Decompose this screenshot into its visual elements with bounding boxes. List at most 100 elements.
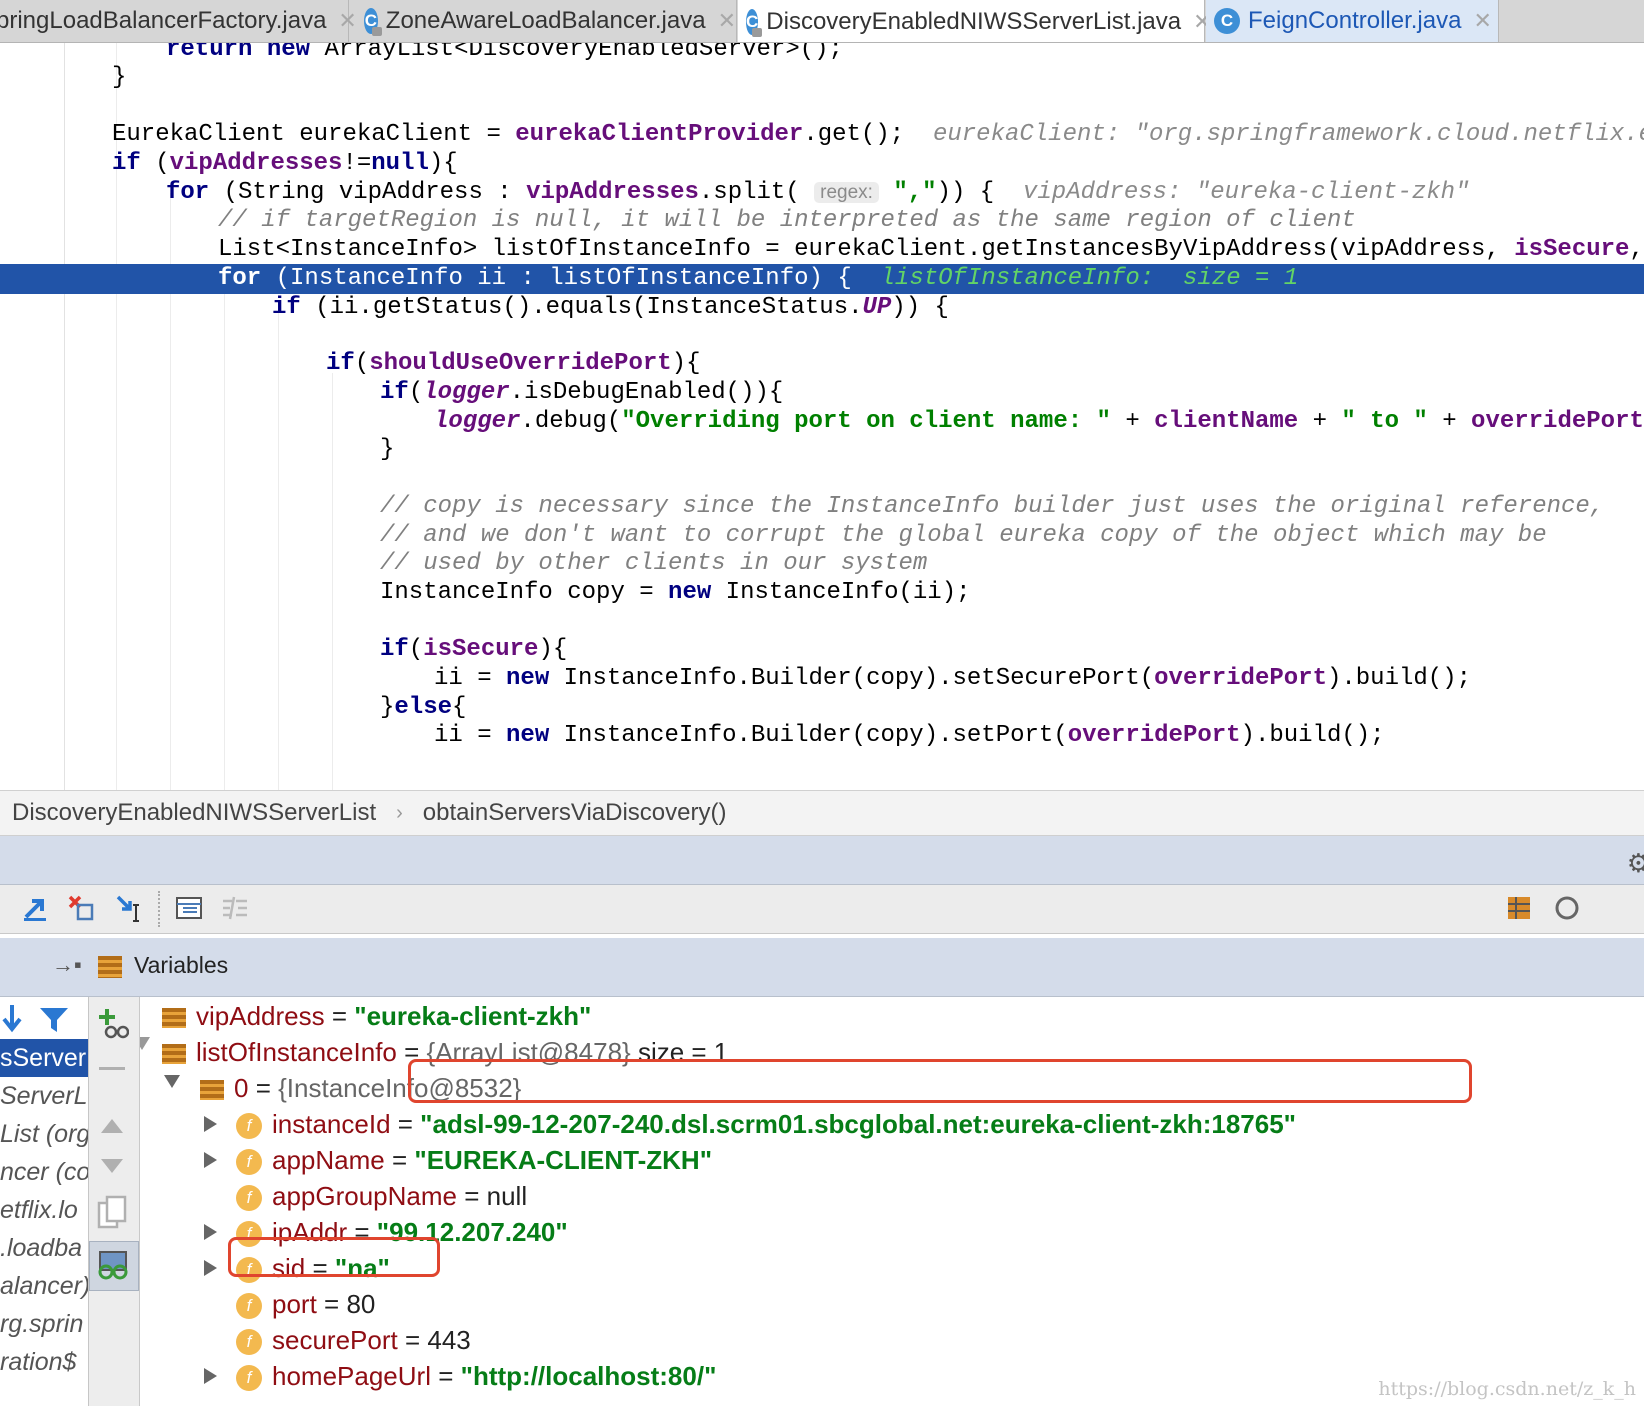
field-icon: f xyxy=(236,1113,262,1140)
frame-item[interactable]: alancer) xyxy=(0,1267,88,1305)
annotation-box-port xyxy=(228,1237,440,1277)
field-icon: f xyxy=(236,1149,262,1176)
parameter-hint: regex: xyxy=(814,182,879,203)
current-execution-line: for (InstanceInfo ii : listOfInstanceInf… xyxy=(0,264,1644,294)
restore-icon[interactable]: →▪ xyxy=(52,952,82,978)
variable-row-homepageurl[interactable]: f homePageUrl = "http://localhost:80/" xyxy=(236,1357,716,1395)
tab-feign-controller[interactable]: C FeignController.java ✕ xyxy=(1206,0,1499,42)
glasses-icon xyxy=(98,1251,128,1280)
toolbar-separator xyxy=(158,891,160,927)
variables-tree[interactable]: vipAddress = "eureka-client-zkh" listOfI… xyxy=(140,997,1644,1406)
annotation-box-instanceid xyxy=(408,1059,1472,1103)
variable-row-secureport[interactable]: f securePort = 443 xyxy=(236,1321,471,1359)
frames-list[interactable]: sServer ServerL List (org ncer (co etfli… xyxy=(0,997,89,1406)
code-line: if(logger.isDebugEnabled()){ xyxy=(380,379,784,406)
move-up-icon[interactable] xyxy=(99,1115,125,1135)
frame-item[interactable]: ration$ xyxy=(0,1343,88,1381)
collapse-arrow-icon[interactable] xyxy=(164,1075,180,1088)
code-line: } xyxy=(380,436,395,463)
debug-value-hint: eurekaClient: "org.springframework.cloud… xyxy=(932,121,1644,148)
expand-arrow-icon[interactable] xyxy=(204,1368,217,1384)
debug-tool-window-header: ⚙ xyxy=(0,836,1644,885)
editor-tab-bar: pringLoadBalancerFactory.java ✕ C ZoneAw… xyxy=(0,0,1644,43)
tab-label: pringLoadBalancerFactory.java xyxy=(0,7,327,34)
new-watch-icon[interactable] xyxy=(97,1007,129,1039)
drop-frame-icon[interactable] xyxy=(66,893,96,923)
run-to-cursor-icon[interactable] xyxy=(114,893,144,923)
remove-watch-icon[interactable] xyxy=(99,1067,125,1070)
toggle-watches-button[interactable] xyxy=(89,1241,139,1291)
tab-label: ZoneAwareLoadBalancer.java xyxy=(385,7,706,34)
evaluate-expression-icon[interactable] xyxy=(174,893,204,923)
frame-item[interactable]: ncer (co xyxy=(0,1153,88,1191)
frame-item[interactable]: ServerL xyxy=(0,1077,88,1115)
move-down-icon[interactable] xyxy=(99,1157,125,1177)
close-icon[interactable]: ✕ xyxy=(338,8,356,34)
field-icon: f xyxy=(236,1185,262,1212)
collapse-arrow-icon[interactable] xyxy=(140,1037,150,1050)
code-line: for (String vipAddress : vipAddresses.sp… xyxy=(166,179,1470,206)
code-line: // and we don't want to corrupt the glob… xyxy=(380,522,1547,549)
expand-arrow-icon[interactable] xyxy=(204,1116,217,1132)
variables-icon xyxy=(98,956,122,978)
frame-item[interactable]: rg.sprin xyxy=(0,1305,88,1343)
expand-arrow-icon[interactable] xyxy=(204,1152,217,1168)
code-line: return new ArrayList<DiscoveryEnabledSer… xyxy=(166,43,843,63)
variable-row-vipaddress[interactable]: vipAddress = "eureka-client-zkh" xyxy=(162,997,591,1035)
lock-icon xyxy=(752,27,763,37)
expand-arrow-icon[interactable] xyxy=(204,1260,217,1276)
tab-discovery-enabled-niws-server-list[interactable]: C DiscoveryEnabledNIWSServerList.java ✕ xyxy=(738,0,1212,42)
code-line: EurekaClient eurekaClient = eurekaClient… xyxy=(0,120,1644,150)
code-line: List<InstanceInfo> listOfInstanceInfo = … xyxy=(218,236,1644,263)
copy-icon[interactable] xyxy=(97,1195,127,1229)
close-icon[interactable]: ✕ xyxy=(1473,8,1491,34)
step-out-icon[interactable] xyxy=(20,893,50,923)
restore-layout-icon[interactable] xyxy=(1504,893,1534,923)
object-icon xyxy=(200,1080,224,1101)
code-line: // used by other clients in our system xyxy=(380,550,928,577)
class-icon: C xyxy=(746,8,763,37)
camera-icon[interactable] xyxy=(1552,893,1582,923)
expand-arrow-icon[interactable] xyxy=(204,1224,217,1240)
frame-item[interactable]: etflix.lo xyxy=(0,1191,88,1229)
field-icon: f xyxy=(236,1329,262,1356)
trace-icon[interactable] xyxy=(220,893,250,923)
variable-row-instanceid[interactable]: f instanceId = "adsl-99-12-207-240.dsl.sc… xyxy=(236,1105,1296,1143)
code-line: }else{ xyxy=(380,694,467,721)
field-icon: f xyxy=(236,1293,262,1320)
tab-label: FeignController.java xyxy=(1248,7,1462,34)
code-line: InstanceInfo copy = new InstanceInfo(ii)… xyxy=(380,579,971,606)
breadcrumb-class[interactable]: DiscoveryEnabledNIWSServerList xyxy=(12,799,376,827)
debug-value-hint: vipAddress: "eureka-client-zkh" xyxy=(1023,179,1470,206)
code-line: // copy is necessary since the InstanceI… xyxy=(380,493,1605,520)
arrow-down-icon[interactable] xyxy=(0,1003,24,1033)
watermark: https://blog.csdn.net/z_k_h xyxy=(1378,1378,1636,1400)
variable-row-appname[interactable]: f appName = "EUREKA-CLIENT-ZKH" xyxy=(236,1141,712,1179)
code-line: logger.debug("Overriding port on client … xyxy=(434,408,1644,435)
local-variable-icon xyxy=(162,1008,186,1029)
frame-item[interactable]: .loadba xyxy=(0,1229,88,1267)
filter-icon[interactable] xyxy=(38,1005,70,1035)
frame-item[interactable]: sServer xyxy=(0,1039,88,1077)
debug-value-hint: listOfInstanceInfo: size = 1 xyxy=(880,265,1299,292)
variable-row-appgroupname[interactable]: f appGroupName = null xyxy=(236,1177,527,1215)
breadcrumb-method[interactable]: obtainServersViaDiscovery() xyxy=(423,799,727,827)
tab-zone-aware-load-balancer[interactable]: C ZoneAwareLoadBalancer.java ✕ xyxy=(356,0,737,42)
breadcrumb-separator: › xyxy=(396,801,403,824)
code-line: if (ii.getStatus().equals(InstanceStatus… xyxy=(272,294,949,321)
code-editor[interactable]: return new ArrayList<DiscoveryEnabledSer… xyxy=(0,43,1644,790)
variables-side-toolbar xyxy=(89,997,140,1406)
field-icon: f xyxy=(236,1365,262,1392)
code-line: if(isSecure){ xyxy=(380,636,568,663)
tab-spring-load-balancer-factory[interactable]: pringLoadBalancerFactory.java ✕ xyxy=(0,0,357,42)
tab-label: DiscoveryEnabledNIWSServerList.java xyxy=(766,7,1182,35)
variables-title: Variables xyxy=(134,952,229,978)
variable-row-port[interactable]: f port = 80 xyxy=(236,1285,375,1323)
code-line: } xyxy=(112,64,127,91)
code-line: ii = new InstanceInfo.Builder(copy).setP… xyxy=(434,722,1385,749)
frame-item[interactable]: List (org xyxy=(0,1115,88,1153)
close-icon[interactable]: ✕ xyxy=(718,8,736,34)
code-line: ii = new InstanceInfo.Builder(copy).setS… xyxy=(434,665,1471,692)
gear-icon[interactable]: ⚙ xyxy=(1627,848,1644,879)
breadcrumb: DiscoveryEnabledNIWSServerList › obtainS… xyxy=(0,790,1644,836)
